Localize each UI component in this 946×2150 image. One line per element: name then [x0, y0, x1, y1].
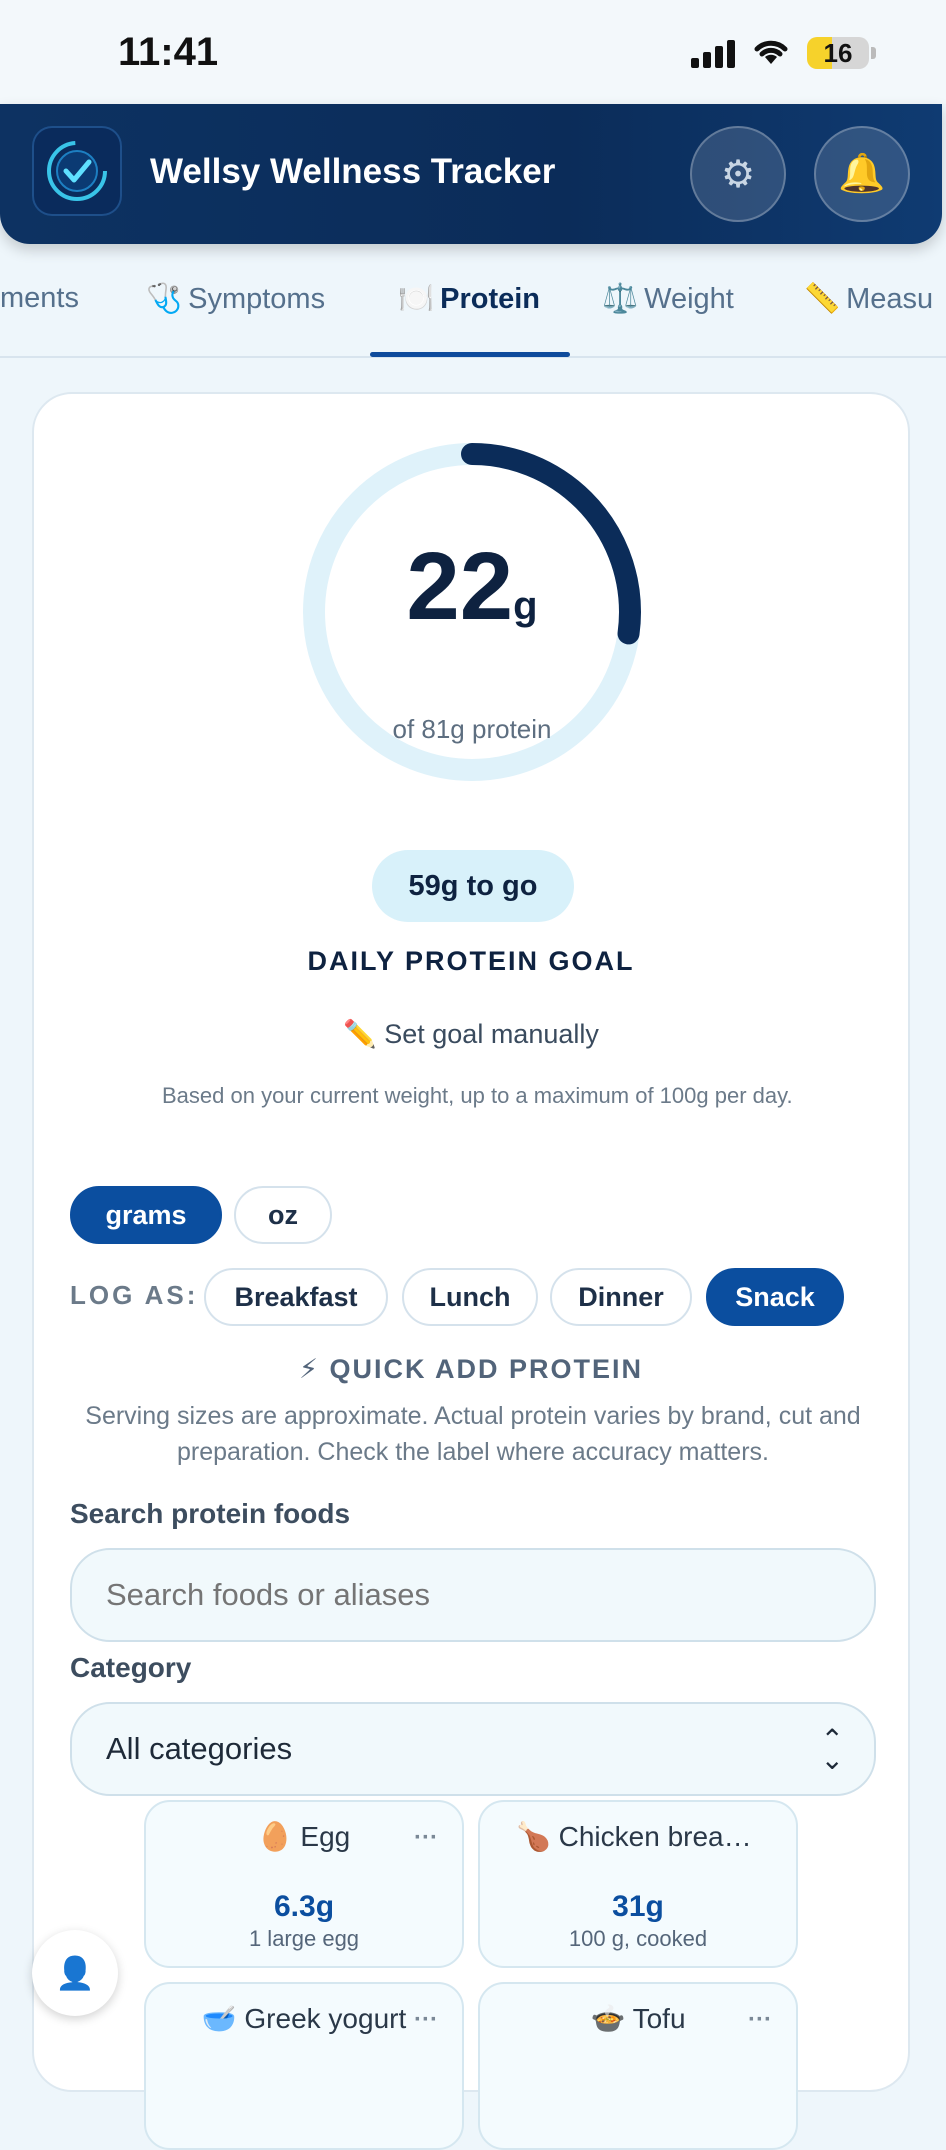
user-icon: 👤	[55, 1955, 95, 1991]
status-bar: 11:41 16	[0, 0, 946, 104]
goal-title: DAILY PROTEIN GOAL	[307, 946, 635, 976]
more-icon[interactable]: ···	[748, 2006, 772, 2034]
food-serving: 100 g, cooked	[568, 1926, 708, 1951]
status-time: 11:41	[118, 30, 219, 74]
food-card-tofu[interactable]: 🍲 Tofu ···	[478, 1982, 798, 2150]
unit-grams-button[interactable]: grams	[70, 1186, 222, 1244]
meal-breakfast-button[interactable]: Breakfast	[204, 1268, 388, 1326]
notifications-button[interactable]: 🔔	[814, 126, 910, 222]
category-value: All categories	[106, 1731, 293, 1766]
remaining-badge: 59g to go	[372, 850, 574, 922]
protein-unit: g	[513, 584, 538, 628]
category-label: Category	[70, 1652, 192, 1683]
logo-icon	[47, 141, 107, 201]
bell-icon: 🔔	[838, 153, 886, 195]
log-as-label: LOG AS:	[70, 1280, 199, 1310]
scale-icon: ⚖️	[602, 283, 639, 315]
more-icon[interactable]: ···	[414, 1824, 438, 1852]
quick-add-note: Serving sizes are approximate. Actual pr…	[85, 1402, 861, 1466]
signal-icon	[691, 38, 735, 68]
unit-oz-button[interactable]: oz	[234, 1186, 332, 1244]
food-serving: 1 large egg	[248, 1926, 360, 1951]
app-header: Wellsy Wellness Tracker ⚙ 🔔	[0, 104, 942, 244]
food-card-egg[interactable]: 🥚 Egg ··· 6.3g 1 large egg	[144, 1800, 464, 1968]
food-card-chicken-breast[interactable]: 🍗 Chicken breast... 31g 100 g, cooked	[478, 1800, 798, 1968]
active-tab-indicator	[370, 352, 570, 357]
tab-label: Measu	[846, 282, 934, 315]
app-title: Wellsy Wellness Tracker	[150, 152, 556, 191]
food-card-greek-yogurt[interactable]: 🥣 Greek yogurt ···	[144, 1982, 464, 2150]
settings-button[interactable]: ⚙	[690, 126, 786, 222]
more-icon[interactable]: ···	[414, 2006, 438, 2034]
protein-card: 22g of 81g protein 59g to go DAILY PROTE…	[32, 392, 910, 2150]
tab-measurements[interactable]: 📏 Measu	[804, 282, 933, 316]
plate-icon: 🍽️	[398, 283, 435, 315]
food-protein: 6.3g	[273, 1890, 335, 1923]
quick-add-title: ⚡ QUICK ADD PROTEIN	[299, 1354, 643, 1384]
protein-consumed: 22g	[302, 532, 642, 642]
stethoscope-icon: 🩺	[146, 283, 183, 315]
battery-icon: 16	[807, 37, 869, 69]
tab-weight[interactable]: ⚖️ Weight	[602, 282, 734, 316]
food-protein: 31g	[612, 1890, 664, 1923]
tab-label: ments	[0, 282, 79, 314]
wifi-icon	[751, 36, 791, 70]
protein-goal-subtitle: of 81g protein	[392, 714, 552, 744]
meal-lunch-button[interactable]: Lunch	[402, 1268, 538, 1326]
tab-label: Symptoms	[188, 282, 326, 315]
tab-label: Protein	[440, 282, 541, 315]
tab-treatments[interactable]: ments	[0, 282, 79, 315]
ruler-icon: 📏	[804, 283, 841, 315]
protein-value: 22	[406, 533, 514, 640]
search-label: Search protein foods	[70, 1498, 351, 1529]
chevron-updown-icon: ⌃ ⌄	[820, 1724, 844, 1775]
battery-nub	[871, 47, 876, 59]
category-select[interactable]: All categories ⌃ ⌄	[70, 1702, 876, 1796]
profile-button[interactable]: 👤	[32, 1930, 118, 2016]
tab-symptoms[interactable]: 🩺 Symptoms	[146, 282, 325, 316]
meal-snack-button[interactable]: Snack	[706, 1268, 844, 1326]
app-logo	[32, 126, 122, 216]
search-input[interactable]	[70, 1548, 876, 1642]
tab-bar: ments 🩺 Symptoms 🍽️ Protein ⚖️ Weight 📏 …	[0, 262, 946, 358]
gear-icon: ⚙	[720, 153, 756, 196]
set-goal-manually-link[interactable]: ✏️ Set goal manually	[34, 1018, 908, 1050]
food-name: 🍗 Chicken breast...	[516, 1821, 769, 1852]
goal-note: Based on your current weight, up to a ma…	[162, 1083, 793, 1108]
tab-protein[interactable]: 🍽️ Protein	[398, 282, 540, 316]
meal-dinner-button[interactable]: Dinner	[550, 1268, 692, 1326]
protein-progress-ring: 22g of 81g protein	[302, 442, 642, 782]
status-icons: 16	[691, 36, 876, 70]
tab-label: Weight	[644, 282, 734, 315]
